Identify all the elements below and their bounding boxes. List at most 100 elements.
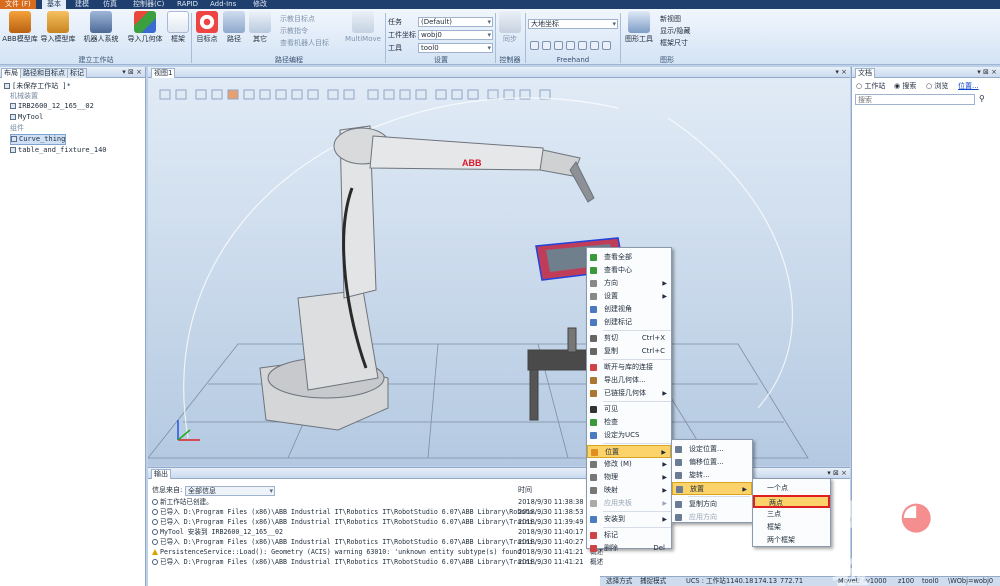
- output-row[interactable]: MyTool 安装到 IRB2600_12_165__02: [152, 528, 283, 537]
- show-hide-button[interactable]: 显示/隐藏: [660, 27, 690, 36]
- context-menu-item[interactable]: 已链接几何体 ▶: [587, 387, 671, 400]
- location-link[interactable]: 位置...: [958, 81, 979, 91]
- jog-joint-icon[interactable]: [554, 41, 563, 50]
- graphics-tools-button[interactable]: 图形工具: [622, 11, 656, 43]
- wobj-value[interactable]: \WObj=wobj0: [948, 577, 993, 586]
- output-row[interactable]: 已导入 D:\Program Files (x86)\ABB Industria…: [152, 538, 545, 547]
- context-menu-item[interactable]: 修改 (M) ▶: [587, 458, 671, 471]
- tree-item-tool[interactable]: MyTool: [10, 113, 43, 122]
- import-library-button[interactable]: 导入模型库: [39, 11, 77, 43]
- abb-library-button[interactable]: ABB模型库: [2, 11, 38, 43]
- 3d-canvas[interactable]: ABB: [148, 78, 850, 466]
- tab-modeling[interactable]: 建模: [70, 0, 94, 9]
- rotate-icon[interactable]: [542, 41, 551, 50]
- new-view-button[interactable]: 新视图: [660, 15, 681, 24]
- tool-value[interactable]: tool0: [922, 577, 939, 586]
- selection-mode[interactable]: 选择方式: [606, 577, 632, 586]
- tree-item-table[interactable]: table_and_fixture_140: [10, 146, 107, 155]
- multimove-button[interactable]: MultiMove: [343, 11, 383, 43]
- tab-addins[interactable]: Add-Ins: [205, 0, 241, 9]
- context-menu-item[interactable]: 查看全部: [587, 251, 671, 264]
- robot-system-button[interactable]: 机器人系统: [80, 11, 122, 43]
- tab-tags[interactable]: 标记: [67, 68, 87, 78]
- tab-output[interactable]: 输出: [151, 469, 171, 479]
- tab-basic[interactable]: 基本: [42, 0, 66, 9]
- coordinate-select[interactable]: 大地坐标: [528, 19, 618, 29]
- output-row[interactable]: PersistenceService::Load(): Geometry (AC…: [152, 548, 525, 557]
- tree-item-robot[interactable]: IRB2600_12_165__02: [10, 102, 94, 111]
- 3d-view[interactable]: 视图1 ▾ × ABB: [148, 67, 850, 466]
- context-menu-item[interactable]: 检查: [587, 416, 671, 429]
- tree-item-curve-thing[interactable]: Curve_thing: [10, 134, 67, 145]
- radio-browse[interactable]: ○ 浏览: [926, 81, 948, 91]
- context-menu-item[interactable]: 设置 ▶: [587, 290, 671, 303]
- context-menu-item[interactable]: 剪切 Ctrl+X: [587, 332, 671, 345]
- other-button[interactable]: 其它: [248, 11, 272, 43]
- teach-target-button[interactable]: 示教目标点: [280, 15, 315, 24]
- tab-controller[interactable]: 控制器(C): [128, 0, 169, 9]
- jog-linear-icon[interactable]: [566, 41, 575, 50]
- tab-view1[interactable]: 视图1: [151, 68, 176, 78]
- context-menu-item[interactable]: 导出几何体...: [587, 374, 671, 387]
- context-menu-item[interactable]: 创建标记: [587, 316, 671, 329]
- output-row[interactable]: 已导入 D:\Program Files (x86)\ABB Industria…: [152, 558, 545, 567]
- search-icon[interactable]: ⚲: [979, 94, 985, 103]
- place-submenu-item[interactable]: 两点: [753, 495, 830, 508]
- path-button[interactable]: 路径: [222, 11, 246, 43]
- context-menu-item[interactable]: 标记: [587, 529, 671, 542]
- wobj-select[interactable]: wobj0: [418, 30, 493, 40]
- place-submenu-item[interactable]: 两个框架: [753, 534, 830, 547]
- context-menu-item[interactable]: 复制 Ctrl+C: [587, 345, 671, 358]
- tab-simulation[interactable]: 仿真: [98, 0, 122, 9]
- context-menu-item[interactable]: 查看中心: [587, 264, 671, 277]
- context-menu-item[interactable]: 方向 ▶: [587, 277, 671, 290]
- context-menu-item[interactable]: 可见: [587, 403, 671, 416]
- context-menu-item[interactable]: 映射 ▶: [587, 484, 671, 497]
- position-submenu-item[interactable]: 放置 ▶: [672, 482, 752, 495]
- context-menu-item[interactable]: 删除 Del: [587, 542, 671, 555]
- frame-size-button[interactable]: 框架尺寸: [660, 39, 688, 48]
- tab-paths-targets[interactable]: 路径和目标点: [20, 68, 68, 78]
- position-submenu-item[interactable]: 旋转...: [672, 469, 752, 482]
- context-menu-item[interactable]: 应用夹板 ▶: [587, 497, 671, 510]
- file-menu[interactable]: 文件 (F): [0, 0, 36, 9]
- search-input[interactable]: [855, 94, 975, 105]
- position-submenu-item[interactable]: 设定位置...: [672, 443, 752, 456]
- station-node[interactable]: [未保存工作站 ]*: [4, 82, 71, 91]
- task-select[interactable]: (Default): [418, 17, 493, 27]
- context-menu-item[interactable]: 设定为UCS: [587, 429, 671, 442]
- import-geometry-button[interactable]: 导入几何体: [124, 11, 166, 43]
- position-submenu-item[interactable]: 应用方向: [672, 511, 752, 524]
- teach-instruction-button[interactable]: 示教指令: [280, 27, 308, 36]
- context-menu-item[interactable]: 创建视角: [587, 303, 671, 316]
- move-icon[interactable]: [530, 41, 539, 50]
- tab-layout[interactable]: 布局: [1, 68, 21, 78]
- target-button[interactable]: 目标点: [194, 11, 220, 43]
- filter-select[interactable]: 全部信息: [185, 486, 275, 496]
- tool-select[interactable]: tool0: [418, 43, 493, 53]
- position-submenu-item[interactable]: 偏移位置...: [672, 456, 752, 469]
- multi-robot-jog-icon[interactable]: [590, 41, 599, 50]
- context-menu-item[interactable]: 断开与库的连接: [587, 361, 671, 374]
- place-submenu-item[interactable]: 一个点: [753, 482, 830, 495]
- view-robot-target-button[interactable]: 查看机器人目标: [280, 39, 329, 48]
- output-row[interactable]: 已导入 D:\Program Files (x86)\ABB Industria…: [152, 518, 545, 527]
- close-icon[interactable]: ▾ ×: [835, 67, 847, 78]
- snap-mode[interactable]: 捕捉模式: [640, 577, 666, 586]
- freehand-extra-icon[interactable]: [602, 41, 611, 50]
- close-icon[interactable]: ▾ ⊠ ×: [122, 67, 142, 78]
- frame-button[interactable]: 框架: [166, 11, 190, 43]
- radio-station[interactable]: ○ 工作站: [856, 81, 885, 91]
- position-submenu-item[interactable]: 复制方向: [672, 498, 752, 511]
- place-submenu-item[interactable]: 框架: [753, 521, 830, 534]
- tab-rapid[interactable]: RAPID: [172, 0, 203, 9]
- close-icon[interactable]: ▾ ⊠ ×: [977, 67, 997, 78]
- zone-value[interactable]: z100: [898, 577, 914, 586]
- output-row[interactable]: 已导入 D:\Program Files (x86)\ABB Industria…: [152, 508, 545, 517]
- tab-documents[interactable]: 文档: [855, 68, 875, 78]
- context-menu-item[interactable]: 位置 ▶: [587, 445, 671, 458]
- context-menu-item[interactable]: 物理 ▶: [587, 471, 671, 484]
- radio-search[interactable]: ◉ 搜索: [894, 81, 916, 91]
- sync-button[interactable]: 同步: [498, 11, 522, 43]
- place-submenu-item[interactable]: 三点: [753, 508, 830, 521]
